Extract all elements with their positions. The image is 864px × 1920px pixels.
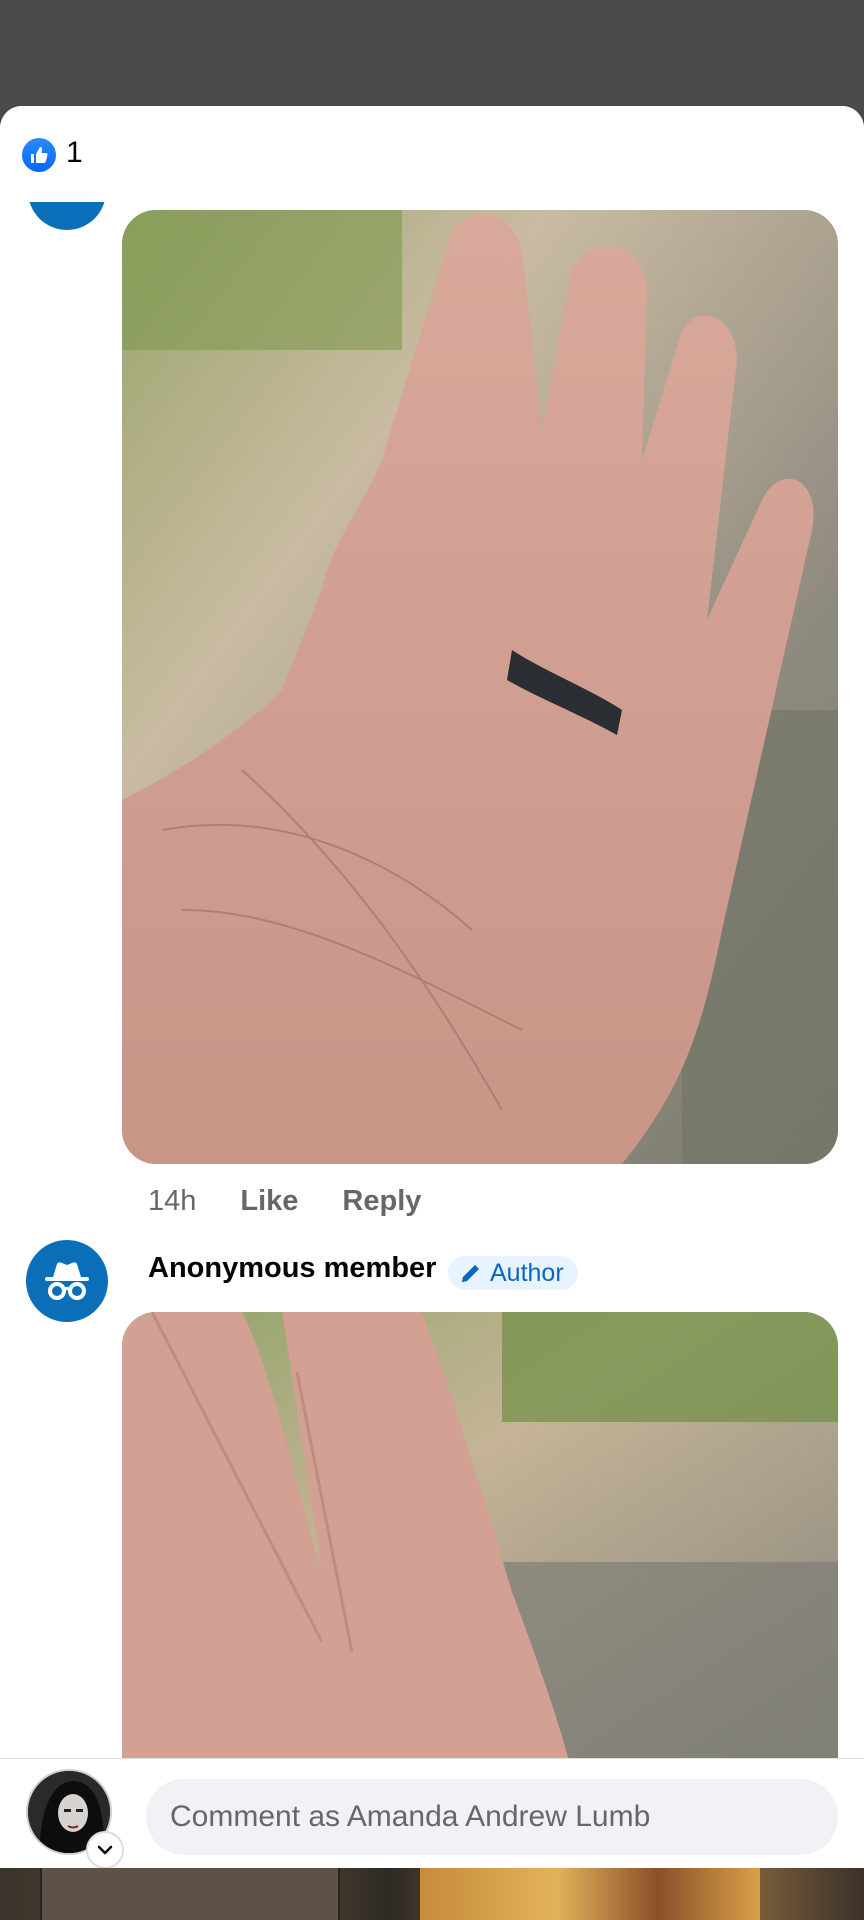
like-button[interactable]: Like [240, 1185, 298, 1218]
reaction-count: 1 [66, 136, 83, 169]
comment-photo[interactable] [122, 210, 838, 1164]
author-badge: Author [448, 1256, 578, 1290]
comment-actions: 14h Like Reply [148, 1176, 421, 1226]
comment-author-name[interactable]: Anonymous member [148, 1252, 436, 1285]
comment-photo[interactable] [122, 1312, 838, 1772]
background-album-cover [420, 1868, 760, 1920]
background-dim-overlay [0, 0, 864, 106]
hand-photo [122, 1312, 838, 1772]
hand-ring-photo [122, 210, 838, 1164]
comment-timestamp: 14h [148, 1184, 197, 1217]
background-content [0, 1868, 864, 1920]
incognito-icon [45, 1262, 89, 1300]
comment-input[interactable] [146, 1779, 838, 1855]
background-album-cover [40, 1868, 340, 1920]
reaction-summary[interactable]: 1 [0, 106, 864, 202]
account-switcher-button[interactable] [86, 1831, 124, 1868]
reply-button[interactable]: Reply [342, 1185, 421, 1218]
anonymous-avatar[interactable] [26, 1240, 108, 1322]
like-icon [22, 138, 56, 172]
pencil-icon [462, 1265, 479, 1282]
author-badge-label: Author [490, 1258, 564, 1287]
chevron-down-icon [97, 1845, 113, 1855]
comments-sheet: 1 14h Like Reply Anonymous member Author… [0, 106, 864, 1868]
comment-composer [0, 1758, 864, 1868]
